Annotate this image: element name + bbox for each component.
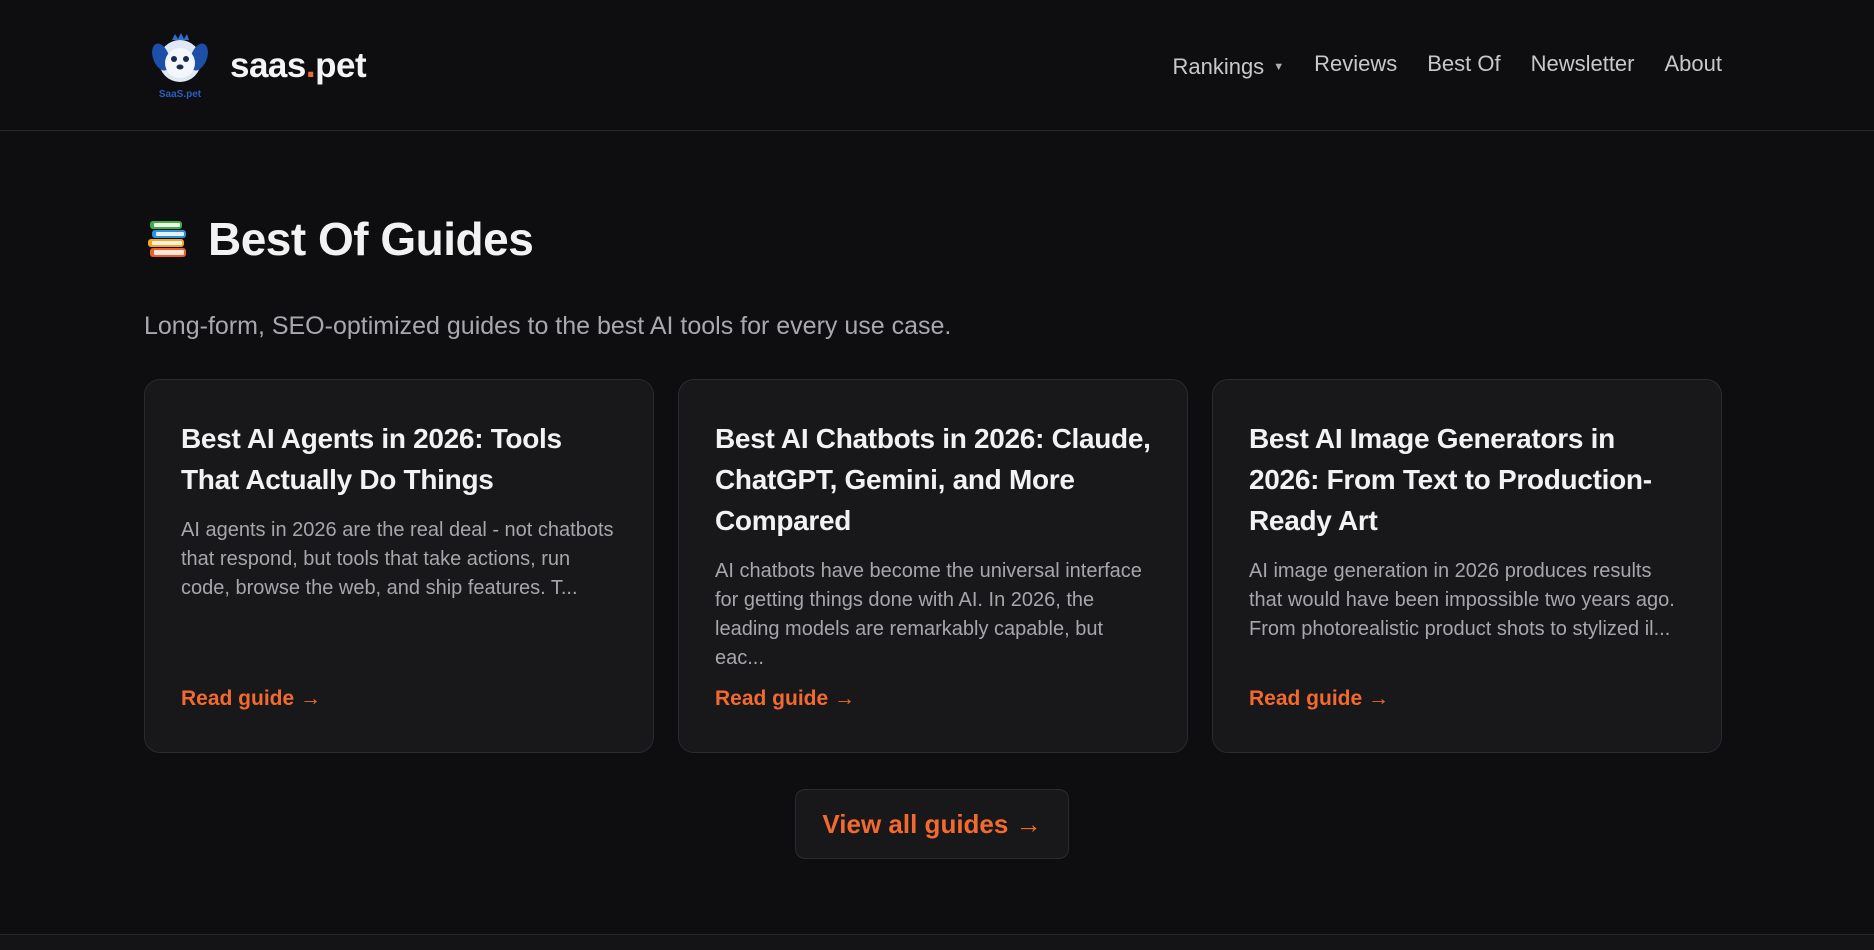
nav-item-rankings[interactable]: Rankings ▼ <box>1172 54 1284 80</box>
brand-name-suffix: pet <box>315 46 367 85</box>
main-nav: Rankings ▼ Reviews Best Of Newsletter Ab… <box>1142 48 1722 80</box>
caret-down-icon: ▼ <box>1273 61 1285 73</box>
read-guide-link[interactable]: Read guide → <box>715 687 855 711</box>
guide-card[interactable]: Best AI Agents in 2026: Tools That Actua… <box>144 379 654 753</box>
read-guide-link[interactable]: Read guide → <box>1249 687 1389 711</box>
site-header: SaaS.pet saas.pet Rankings ▼ Reviews Bes… <box>0 0 1874 131</box>
nav-item-reviews[interactable]: Reviews <box>1314 51 1397 77</box>
footer-edge <box>0 934 1874 950</box>
view-all-guides-button[interactable]: View all guides → <box>795 789 1069 859</box>
page-subtitle: Long-form, SEO-optimized guides to the b… <box>144 312 952 340</box>
guide-card-title[interactable]: Best AI Image Generators in 2026: From T… <box>1249 418 1685 541</box>
nav-item-newsletter[interactable]: Newsletter <box>1531 51 1635 77</box>
guide-card-excerpt: AI image generation in 2026 produces res… <box>1249 560 1675 640</box>
brand-home-link[interactable]: SaaS.pet saas.pet <box>144 30 367 102</box>
read-guide-link[interactable]: Read guide → <box>181 687 321 711</box>
brand-name-dot: . <box>305 46 316 85</box>
nav-item-best-of[interactable]: Best Of <box>1427 51 1500 77</box>
guide-card-title[interactable]: Best AI Agents in 2026: Tools That Actua… <box>181 418 617 500</box>
guide-card-title[interactable]: Best AI Chatbots in 2026: Claude, ChatGP… <box>715 418 1151 541</box>
puppy-logo-icon: SaaS.pet <box>144 30 216 102</box>
page-title-row: Best Of Guides <box>144 212 534 266</box>
guide-card-excerpt: AI chatbots have become the universal in… <box>715 560 1142 669</box>
books-icon <box>144 215 192 263</box>
guide-card[interactable]: Best AI Chatbots in 2026: Claude, ChatGP… <box>678 379 1188 753</box>
guide-card-list: Best AI Agents in 2026: Tools That Actua… <box>144 379 1722 753</box>
brand-name: saas.pet <box>230 46 367 86</box>
guide-card[interactable]: Best AI Image Generators in 2026: From T… <box>1212 379 1722 753</box>
logo-caption: SaaS.pet <box>159 89 202 100</box>
guide-card-excerpt: AI agents in 2026 are the real deal - no… <box>181 519 614 599</box>
nav-item-label: Rankings <box>1172 54 1265 79</box>
nav-item-about[interactable]: About <box>1665 51 1723 77</box>
brand-name-prefix: saas <box>230 46 306 85</box>
page-title: Best Of Guides <box>208 213 534 265</box>
